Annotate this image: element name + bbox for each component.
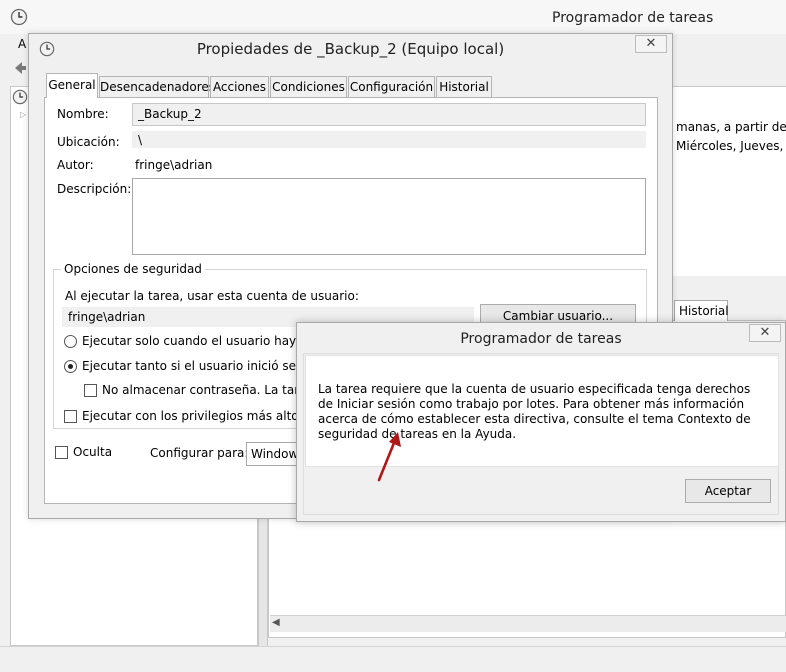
trigger-description-text: Miércoles, Jueves, Vi (676, 139, 786, 153)
back-arrow-icon[interactable] (12, 60, 28, 76)
main-window-title: Programador de tareas (552, 10, 714, 26)
checkbox-hidden-label[interactable]: Oculta (73, 445, 112, 459)
annotation-arrow-icon (370, 430, 410, 489)
horizontal-scrollbar[interactable] (270, 615, 786, 632)
tab-historial-background[interactable]: Historial (674, 300, 729, 321)
message-box: Programador de tareas ✕ La tarea requier… (296, 322, 786, 522)
name-field[interactable]: _Backup_2 (132, 103, 646, 126)
radio-run-only-logged-on[interactable] (64, 335, 77, 348)
status-bar (0, 646, 786, 672)
radio-run-whether-logged-on[interactable] (64, 360, 77, 373)
configure-for-label: Configurar para: (150, 446, 249, 460)
message-box-close-button[interactable]: ✕ (749, 324, 781, 342)
clock-icon (10, 8, 28, 29)
message-box-title: Programador de tareas (460, 331, 622, 347)
close-button[interactable]: ✕ (635, 35, 667, 53)
radio-run-whether-logged-on-label[interactable]: Ejecutar tanto si el usuario inició sesi… (82, 359, 331, 373)
trigger-description-text: manas, a partir del 13/ (676, 120, 786, 134)
checkbox-highest-privileges-label[interactable]: Ejecutar con los privilegios más altos (82, 409, 305, 423)
checkbox-hidden[interactable] (55, 446, 68, 459)
clock-icon (12, 89, 28, 108)
location-field: \ (132, 131, 646, 148)
location-label: Ubicación: (57, 135, 120, 149)
menu-item-first[interactable]: A (18, 37, 26, 51)
accept-button[interactable]: Aceptar (685, 479, 771, 503)
tab-condiciones[interactable]: Condiciones (270, 76, 347, 97)
radio-run-only-logged-on-label[interactable]: Ejecutar solo cuando el usuario haya ini… (82, 334, 328, 348)
security-options-legend: Opciones de seguridad (61, 262, 205, 276)
scroll-left-icon[interactable]: ◀ (272, 617, 280, 628)
run-as-label: Al ejecutar la tarea, usar esta cuenta d… (65, 289, 359, 303)
tree-expand-icon[interactable]: ▷ (20, 110, 26, 119)
description-textarea[interactable] (132, 178, 646, 255)
tab-configuracion[interactable]: Configuración (348, 76, 435, 97)
tab-general[interactable]: General (46, 73, 98, 98)
task-list-pane (672, 86, 786, 276)
tab-desencadenadores[interactable]: Desencadenadores (99, 76, 215, 97)
checkbox-highest-privileges[interactable] (64, 410, 77, 423)
tab-historial[interactable]: Historial (436, 76, 492, 97)
author-label: Autor: (57, 158, 94, 172)
checkbox-no-store-password[interactable] (84, 384, 97, 397)
name-label: Nombre: (57, 107, 109, 121)
dialog-title: Propiedades de _Backup_2 (Equipo local) (196, 40, 505, 58)
author-value: fringe\adrian (135, 158, 213, 172)
tab-acciones[interactable]: Acciones (210, 76, 269, 97)
description-label: Descripción: (57, 182, 132, 196)
